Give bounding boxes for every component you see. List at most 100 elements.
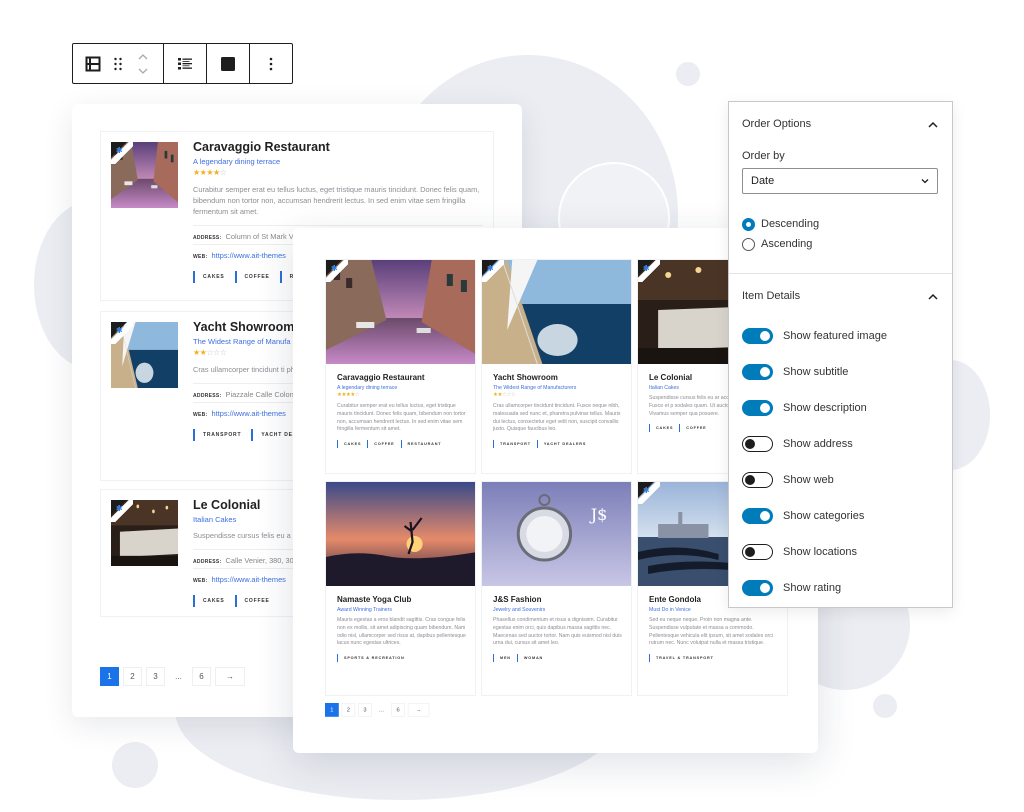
category-list: Sports & Recreation <box>337 654 467 663</box>
radio-ascending[interactable]: Ascending <box>742 234 939 254</box>
item-description: Curabitur semper erat eu tellus luctus, … <box>193 185 480 216</box>
toolbar-group-block <box>73 44 164 83</box>
toggle-knob <box>760 331 770 341</box>
item-details-header[interactable]: Item Details <box>729 274 952 318</box>
card-title[interactable]: Namaste Yoga Club <box>337 595 467 604</box>
pagination-page-2[interactable]: 2 <box>341 703 356 717</box>
star-empty-icon: ☆ <box>213 348 220 357</box>
category-tag[interactable]: Travel & Transport <box>649 654 714 663</box>
category-tag[interactable]: Coffee <box>234 271 270 283</box>
category-tag[interactable]: Cakes <box>649 424 673 433</box>
toggle-switch[interactable] <box>742 364 773 380</box>
toggle-row[interactable]: Show rating <box>742 570 939 606</box>
pagination-next-button[interactable]: → <box>407 703 430 717</box>
pagination-page-3[interactable]: 3 <box>358 703 372 717</box>
drag-handle-button[interactable] <box>107 44 129 83</box>
pagination-page-6[interactable]: 6 <box>192 667 211 686</box>
category-tag[interactable]: Men <box>493 654 511 663</box>
web-link[interactable]: https://www.ait-themes <box>212 409 286 418</box>
toggle-switch[interactable] <box>742 400 773 416</box>
pagination-page-6[interactable]: 6 <box>391 703 405 717</box>
toggle-switch[interactable] <box>742 508 773 524</box>
card-title[interactable]: J&S Fashion <box>493 595 623 604</box>
grid-card[interactable]: ✱ Yacht Showroom The Widest Range of Manuf… <box>481 259 632 474</box>
style-button[interactable] <box>214 44 242 83</box>
toggle-row[interactable]: Show locations <box>742 534 939 570</box>
toggle-knob <box>745 475 755 485</box>
card-title[interactable]: Caravaggio Restaurant <box>337 373 467 382</box>
category-tag[interactable]: Yacht Dealers <box>536 440 586 449</box>
toggle-label: Show subtitle <box>783 366 849 378</box>
card-featured-image[interactable] <box>326 482 475 586</box>
featured-badge: ✱ <box>111 322 133 344</box>
item-thumbnail[interactable]: ✱ <box>111 322 178 388</box>
featured-star-icon: ✱ <box>116 326 123 335</box>
pagination-page-2[interactable]: 2 <box>123 667 142 686</box>
grid-card[interactable]: J$ J&S Fashion Jewelry and Souvenirs Phase… <box>481 481 632 696</box>
card-featured-image[interactable]: ✱ <box>482 260 631 364</box>
category-tag[interactable]: Woman <box>516 654 543 663</box>
category-tag[interactable]: Cakes <box>193 271 225 283</box>
toggle-row[interactable]: Show address <box>742 426 939 462</box>
radio-descending[interactable]: Descending <box>742 214 939 234</box>
toggle-switch[interactable] <box>742 436 773 452</box>
pagination-page-1[interactable]: 1 <box>325 703 339 717</box>
grid-card[interactable]: ✱ Caravaggio Restaurant A legendary dining… <box>325 259 476 474</box>
category-tag[interactable]: Cakes <box>337 440 361 449</box>
pagination-ellipsis: ... <box>379 706 384 714</box>
web-link[interactable]: https://www.ait-themes <box>212 251 286 260</box>
card-description: Mauris egestas a eros blandit sagittis. … <box>337 617 466 647</box>
toggle-switch[interactable] <box>742 328 773 344</box>
toggle-row[interactable]: Show web <box>742 462 939 498</box>
list-view-button[interactable] <box>171 44 199 83</box>
category-tag[interactable]: Transport <box>193 429 241 441</box>
grid-pagination: 1 2 3... 6 → <box>325 703 430 717</box>
featured-badge: ✱ <box>482 260 504 282</box>
web-link[interactable]: https://www.ait-themes <box>212 575 286 584</box>
bg-bubble <box>112 742 158 788</box>
toggle-row[interactable]: Show description <box>742 390 939 426</box>
svg-text:J$: J$ <box>589 505 608 524</box>
category-tag[interactable]: Restaurant <box>400 440 442 449</box>
category-tag[interactable]: Coffee <box>679 424 706 433</box>
move-up-down-button[interactable] <box>129 44 157 83</box>
toggle-row[interactable]: Show subtitle <box>742 354 939 390</box>
toggle-label: Show rating <box>783 582 842 594</box>
item-thumbnail[interactable]: ✱ <box>111 500 178 566</box>
toggle-knob <box>760 511 770 521</box>
category-tag[interactable]: Cakes <box>193 595 225 607</box>
category-tag[interactable]: Yacht Dea <box>251 429 297 441</box>
radio-button[interactable] <box>742 217 755 231</box>
toggle-row[interactable]: Show featured image <box>742 318 939 354</box>
more-options-button[interactable] <box>257 44 285 83</box>
toggle-label: Show web <box>783 474 834 486</box>
toggle-knob <box>760 403 770 413</box>
category-tag[interactable]: Coffee <box>367 440 394 449</box>
grid-card[interactable]: Namaste Yoga Club Award Winning Trainers M… <box>325 481 476 696</box>
order-by-select[interactable]: Date <box>742 168 938 194</box>
card-title[interactable]: Yacht Showroom <box>493 373 623 382</box>
category-tag[interactable]: Coffee <box>234 595 270 607</box>
toggle-row[interactable]: Show categories <box>742 498 939 534</box>
pagination-next-button[interactable]: → <box>215 667 245 686</box>
radio-button[interactable] <box>742 237 755 251</box>
category-list: Men Woman <box>493 654 623 663</box>
block-type-button[interactable] <box>79 44 107 83</box>
card-featured-image[interactable]: ✱ <box>326 260 475 364</box>
pagination-page-3[interactable]: 3 <box>146 667 165 686</box>
category-tag[interactable]: Transport <box>493 440 531 449</box>
block-type-icon <box>85 56 101 72</box>
rating-stars: ★★★★☆ <box>337 392 467 399</box>
toggle-switch[interactable] <box>742 472 773 488</box>
card-featured-image[interactable]: J$ <box>482 482 631 586</box>
item-thumbnail[interactable]: ✱ <box>111 142 178 208</box>
toggle-switch[interactable] <box>742 580 773 596</box>
category-tag[interactable]: Sports & Recreation <box>337 654 404 663</box>
card-body: Yacht Showroom The Widest Range of Manufa… <box>493 373 623 449</box>
web-label: Web: <box>193 254 208 260</box>
toggle-switch[interactable] <box>742 544 773 560</box>
pagination-page-1[interactable]: 1 <box>100 667 119 686</box>
item-title[interactable]: Caravaggio Restaurant <box>193 140 483 154</box>
card-subtitle: Jewelry and Souvenirs <box>493 607 546 613</box>
order-options-header[interactable]: Order Options <box>729 102 952 146</box>
